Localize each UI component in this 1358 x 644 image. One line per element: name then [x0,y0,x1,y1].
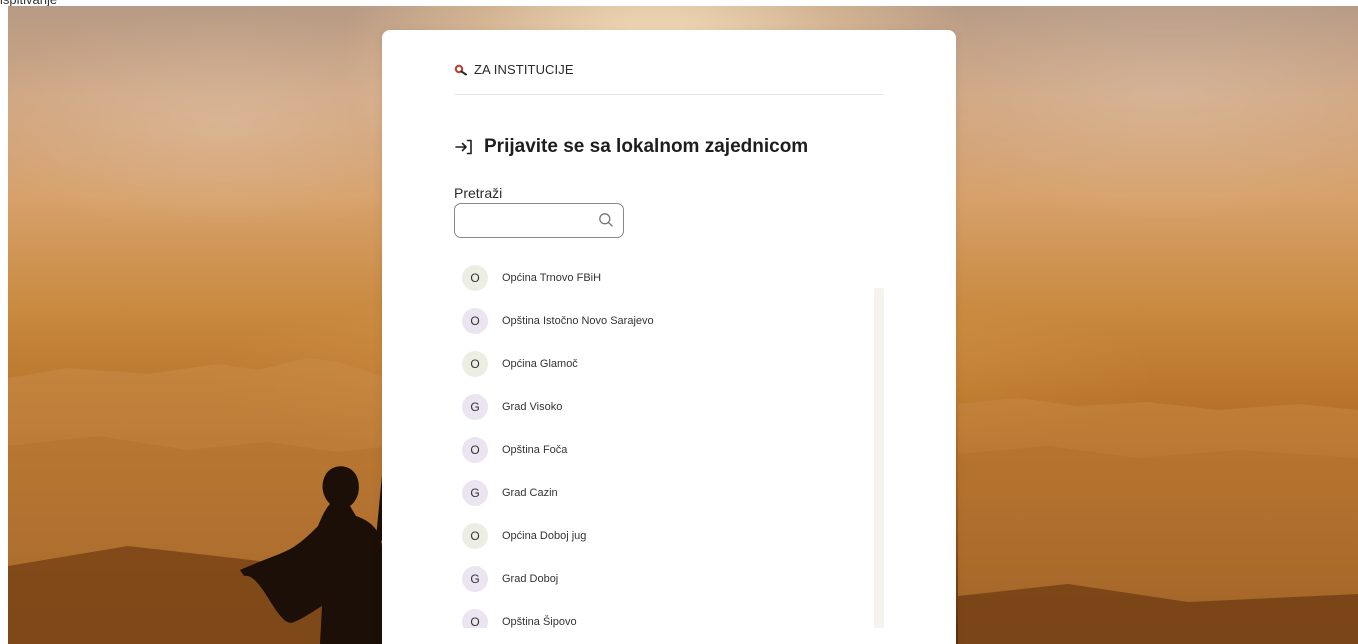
list-item[interactable]: G Grad Visoko [462,392,562,422]
community-name: Općina Doboj jug [502,530,587,542]
community-name: Općina Trnovo FBiH [502,272,602,284]
avatar: G [462,480,488,506]
community-name: Opština Foča [502,444,568,456]
search-label: Pretraži [454,185,503,201]
login-card: ZA INSTITUCIJE Prijavite se sa lokalnom … [382,30,956,644]
search-input[interactable] [463,204,591,237]
search-key-icon [454,64,467,75]
list-item[interactable]: O Općina Glamoč [462,349,578,379]
avatar: O [462,308,488,334]
page-title: Prijavite se sa lokalnom zajednicom [454,136,808,158]
avatar: O [462,523,488,549]
community-name: Opština Šipovo [502,616,577,628]
community-name: Opština Istočno Novo Sarajevo [502,315,654,327]
community-name: Općina Glamoč [502,358,578,370]
avatar: O [462,609,488,628]
list-item[interactable]: O Opština Foča [462,435,567,465]
avatar: G [462,566,488,592]
community-name: Grad Doboj [502,573,559,585]
list-item[interactable]: G Grad Doboj [462,564,558,594]
list-item[interactable]: O Općina Trnovo FBiH [462,263,601,293]
page-title-text: Prijavite se sa lokalnom zajednicom [484,136,809,157]
list-item[interactable]: O Općina Doboj jug [462,521,586,551]
avatar: G [462,394,488,420]
search-box [454,203,624,238]
avatar: O [462,351,488,377]
list-scrollbar[interactable] [874,288,884,628]
list-item[interactable]: O Opština Istočno Novo Sarajevo [462,306,654,336]
avatar: O [462,437,488,463]
search-icon[interactable] [598,212,614,228]
login-arrow-icon [455,139,472,155]
list-item[interactable]: O Opština Šipovo [462,607,577,628]
for-institutions-link[interactable]: ZA INSTITUCIJE [454,62,574,77]
community-name: Grad Visoko [502,401,563,413]
for-institutions-label: ZA INSTITUCIJE [474,62,574,77]
header-divider [454,94,884,95]
community-list: O Općina Trnovo FBiH O Opština Istočno Novo… [454,258,884,628]
list-item[interactable]: G Grad Cazin [462,478,558,508]
avatar: O [462,265,488,291]
community-name: Grad Cazin [502,487,558,499]
